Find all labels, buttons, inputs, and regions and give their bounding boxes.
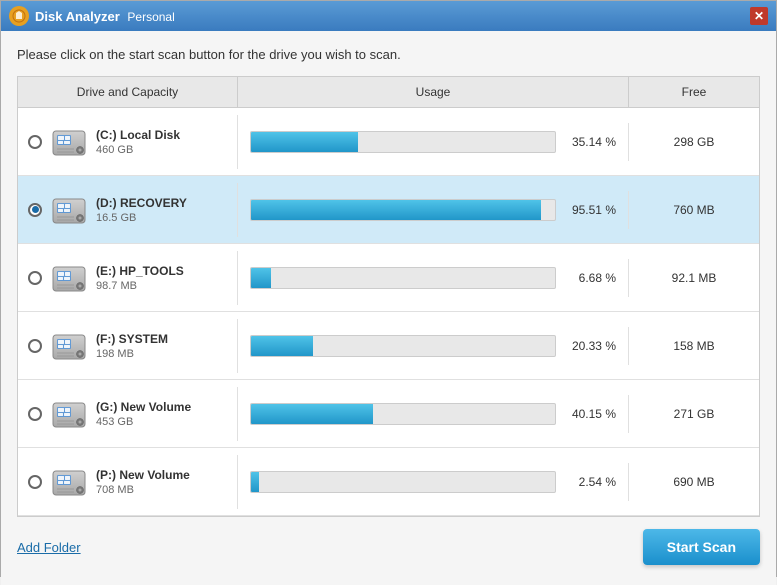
drive-info-F: (F:) SYSTEM 198 MB	[96, 332, 168, 360]
free-cell-F: 158 MB	[629, 331, 759, 361]
free-cell-G: 271 GB	[629, 399, 759, 429]
close-button[interactable]: ✕	[750, 7, 768, 25]
usage-label-C: 35.14 %	[564, 135, 616, 149]
drive-cell-D: (D:) RECOVERY 16.5 GB	[18, 183, 238, 237]
free-cell-P: 690 MB	[629, 467, 759, 497]
instruction-text: Please click on the start scan button fo…	[17, 47, 760, 62]
drive-size-F: 198 MB	[96, 348, 168, 360]
drives-table: Drive and Capacity Usage Free	[17, 76, 760, 517]
drive-name-C: (C:) Local Disk	[96, 128, 180, 142]
table-row[interactable]: (D:) RECOVERY 16.5 GB 95.51 % 760 MB	[18, 176, 759, 244]
drive-cell-P: (P:) New Volume 708 MB	[18, 455, 238, 509]
col-free: Free	[629, 77, 759, 107]
drive-name-G: (G:) New Volume	[96, 400, 191, 414]
app-name: Disk Analyzer	[35, 9, 120, 24]
free-cell-E: 92.1 MB	[629, 263, 759, 293]
main-content: Please click on the start scan button fo…	[1, 31, 776, 585]
usage-cell-D: 95.51 %	[238, 191, 629, 229]
progress-bar-C	[250, 131, 556, 153]
drive-cell-F: (F:) SYSTEM 198 MB	[18, 319, 238, 373]
footer: Add Folder Start Scan	[17, 517, 760, 569]
progress-bar-D	[250, 199, 556, 221]
free-cell-C: 298 GB	[629, 127, 759, 157]
add-folder-link[interactable]: Add Folder	[17, 540, 81, 555]
radio-btn-E[interactable]	[28, 271, 42, 285]
drive-size-P: 708 MB	[96, 484, 190, 496]
progress-fill-E	[251, 268, 271, 288]
drive-name-F: (F:) SYSTEM	[96, 332, 168, 346]
hdd-icon-F	[50, 327, 88, 365]
usage-cell-E: 6.68 %	[238, 259, 629, 297]
titlebar-title: Disk Analyzer Personal	[35, 9, 750, 24]
drive-size-D: 16.5 GB	[96, 212, 187, 224]
table-row[interactable]: (E:) HP_TOOLS 98.7 MB 6.68 % 92.1 MB	[18, 244, 759, 312]
drive-size-E: 98.7 MB	[96, 280, 184, 292]
hdd-icon-E	[50, 259, 88, 297]
start-scan-button[interactable]: Start Scan	[643, 529, 760, 565]
progress-bar-G	[250, 403, 556, 425]
drive-info-D: (D:) RECOVERY 16.5 GB	[96, 196, 187, 224]
free-cell-D: 760 MB	[629, 195, 759, 225]
usage-label-D: 95.51 %	[564, 203, 616, 217]
drive-size-C: 460 GB	[96, 144, 180, 156]
drive-name-D: (D:) RECOVERY	[96, 196, 187, 210]
usage-label-E: 6.68 %	[564, 271, 616, 285]
drive-size-G: 453 GB	[96, 416, 191, 428]
drive-cell-E: (E:) HP_TOOLS 98.7 MB	[18, 251, 238, 305]
table-row[interactable]: (G:) New Volume 453 GB 40.15 % 271 GB	[18, 380, 759, 448]
drive-name-P: (P:) New Volume	[96, 468, 190, 482]
app-edition: Personal	[127, 10, 174, 24]
hdd-icon-D	[50, 191, 88, 229]
progress-fill-C	[251, 132, 358, 152]
hdd-icon-P	[50, 463, 88, 501]
usage-label-G: 40.15 %	[564, 407, 616, 421]
usage-cell-C: 35.14 %	[238, 123, 629, 161]
app-logo	[9, 6, 29, 26]
radio-btn-G[interactable]	[28, 407, 42, 421]
progress-fill-D	[251, 200, 541, 220]
table-row[interactable]: (P:) New Volume 708 MB 2.54 % 690 MB	[18, 448, 759, 516]
drive-info-E: (E:) HP_TOOLS 98.7 MB	[96, 264, 184, 292]
radio-btn-P[interactable]	[28, 475, 42, 489]
table-row[interactable]: (C:) Local Disk 460 GB 35.14 % 298 GB	[18, 108, 759, 176]
progress-fill-G	[251, 404, 373, 424]
col-usage: Usage	[238, 77, 629, 107]
usage-label-F: 20.33 %	[564, 339, 616, 353]
drive-cell-G: (G:) New Volume 453 GB	[18, 387, 238, 441]
radio-btn-D[interactable]	[28, 203, 42, 217]
usage-label-P: 2.54 %	[564, 475, 616, 489]
table-row[interactable]: (F:) SYSTEM 198 MB 20.33 % 158 MB	[18, 312, 759, 380]
main-window: Disk Analyzer Personal ✕ Please click on…	[0, 0, 777, 577]
usage-cell-G: 40.15 %	[238, 395, 629, 433]
col-drive: Drive and Capacity	[18, 77, 238, 107]
drive-info-G: (G:) New Volume 453 GB	[96, 400, 191, 428]
table-body: (C:) Local Disk 460 GB 35.14 % 298 GB	[18, 108, 759, 516]
progress-bar-P	[250, 471, 556, 493]
radio-btn-C[interactable]	[28, 135, 42, 149]
table-header: Drive and Capacity Usage Free	[18, 77, 759, 108]
drive-name-E: (E:) HP_TOOLS	[96, 264, 184, 278]
usage-cell-F: 20.33 %	[238, 327, 629, 365]
hdd-icon-G	[50, 395, 88, 433]
titlebar: Disk Analyzer Personal ✕	[1, 1, 776, 31]
hdd-icon-C	[50, 123, 88, 161]
drive-info-C: (C:) Local Disk 460 GB	[96, 128, 180, 156]
progress-bar-F	[250, 335, 556, 357]
usage-cell-P: 2.54 %	[238, 463, 629, 501]
progress-bar-E	[250, 267, 556, 289]
drive-info-P: (P:) New Volume 708 MB	[96, 468, 190, 496]
progress-fill-P	[251, 472, 259, 492]
radio-btn-F[interactable]	[28, 339, 42, 353]
drive-cell-C: (C:) Local Disk 460 GB	[18, 115, 238, 169]
progress-fill-F	[251, 336, 313, 356]
